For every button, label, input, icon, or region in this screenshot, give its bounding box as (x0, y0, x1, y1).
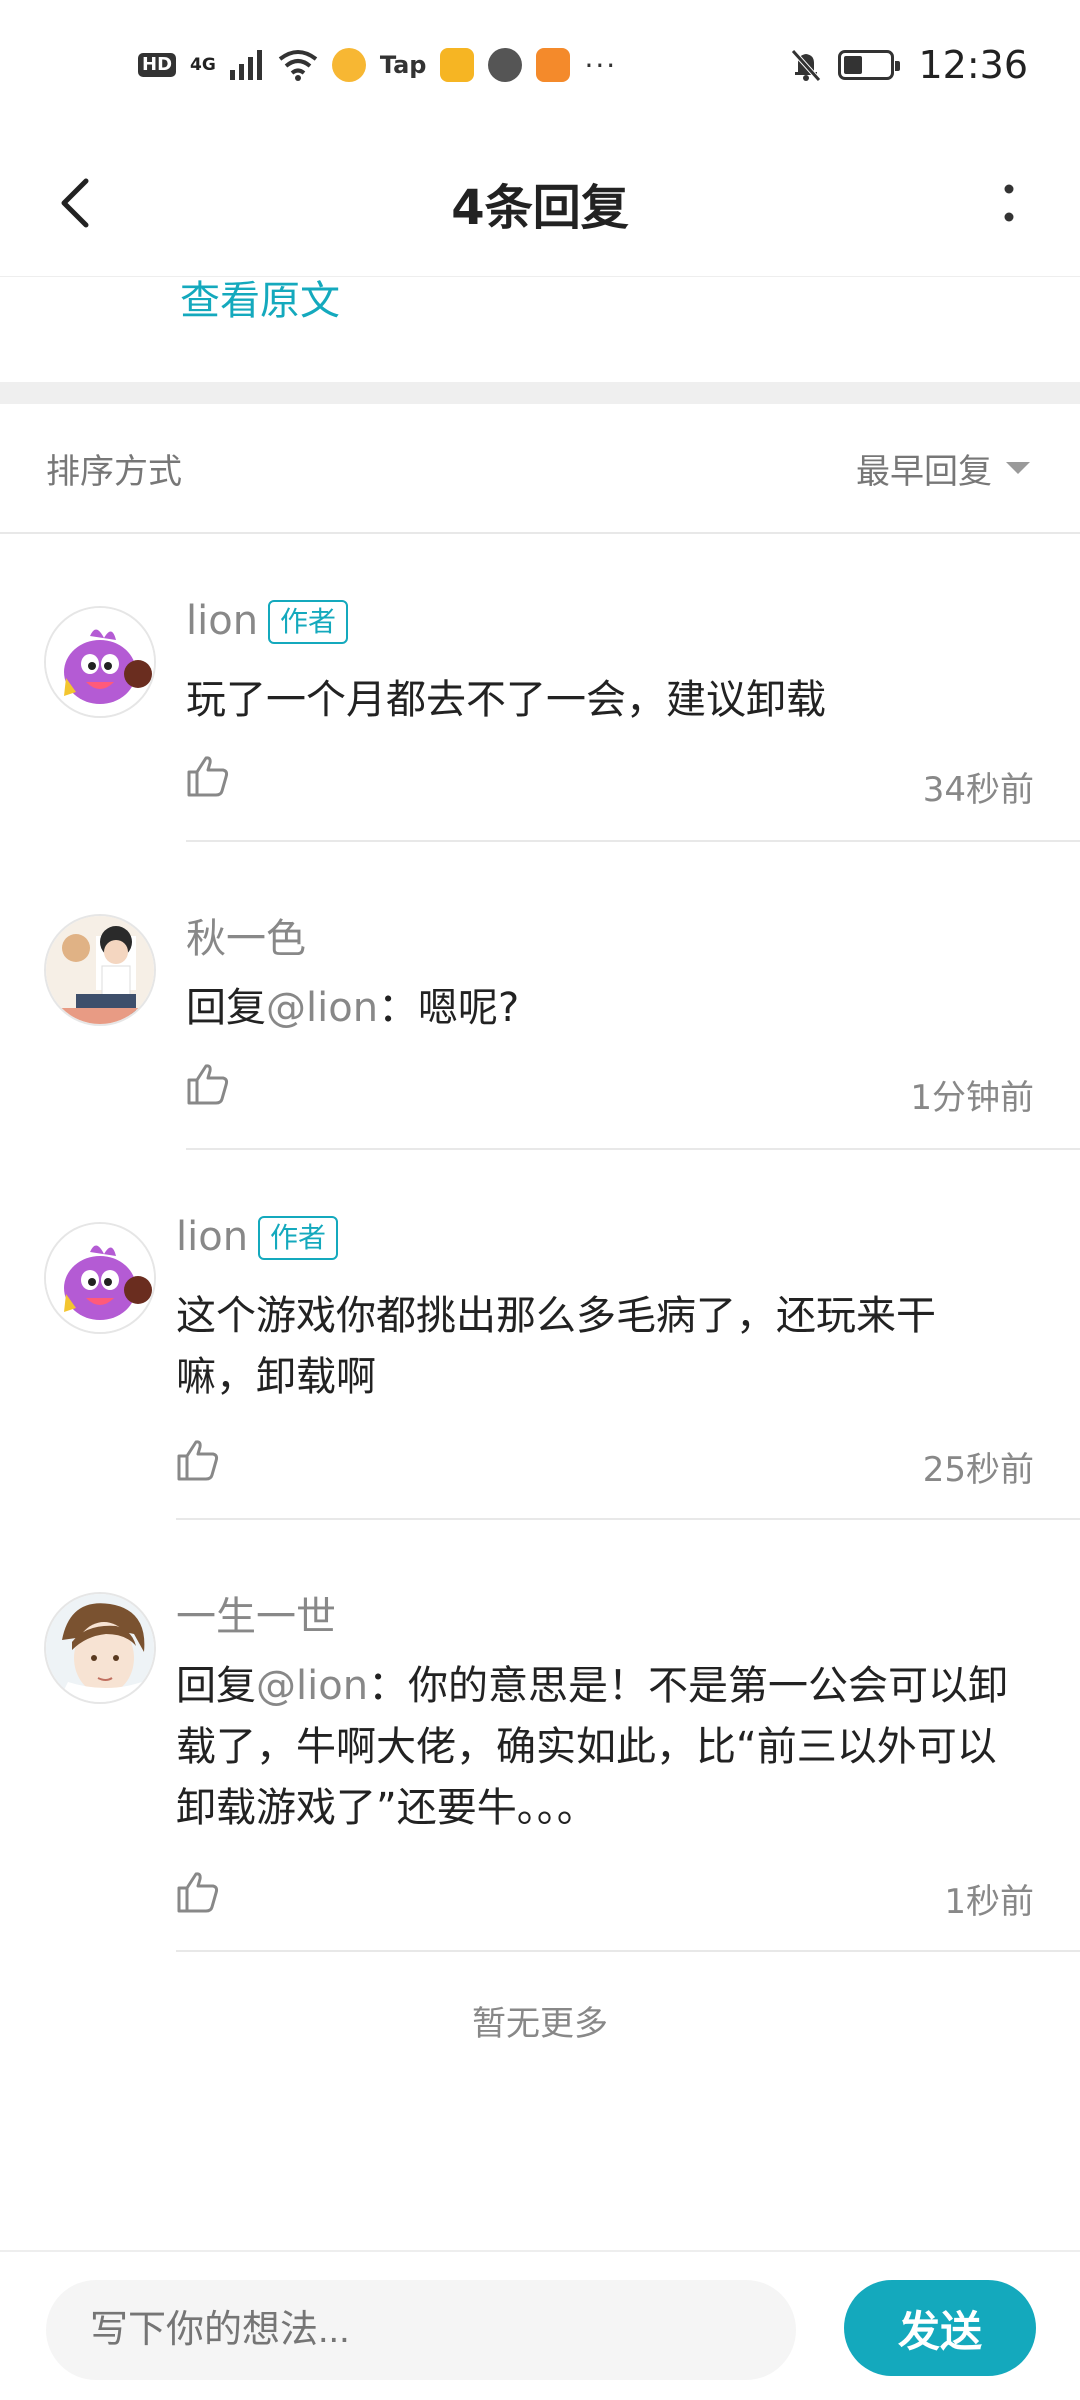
sort-row: 排序方式 最早回复 (0, 404, 1080, 534)
status-right-icons: 12:36 (788, 43, 1028, 87)
comment-item: lion 作者 玩了一个月都去不了一会，建议卸载 34秒前 (0, 534, 1080, 842)
comment-text: 回复@lion：嗯呢? (186, 985, 520, 1031)
sort-label: 排序方式 (46, 451, 182, 492)
comment-divider (176, 1950, 1080, 1952)
ball-app-icon (488, 48, 523, 82)
app-header: 4条回复 (0, 130, 1080, 276)
thumbs-up-icon (177, 1440, 219, 1481)
username[interactable]: lion (186, 598, 258, 644)
view-original-link[interactable]: 查看原文 (180, 268, 340, 326)
username[interactable]: 秋一色 (186, 906, 306, 964)
tap-app-icon: Tap (379, 51, 427, 79)
like-button[interactable] (186, 1062, 240, 1116)
anime-portrait-avatar-image (46, 1594, 154, 1702)
section-separator (0, 382, 1080, 404)
page-title: 4条回复 (451, 180, 629, 236)
timestamp: 34秒前 (922, 770, 1034, 810)
mail-app-icon (440, 48, 475, 82)
more-options-button[interactable] (974, 168, 1044, 238)
timestamp: 25秒前 (922, 1450, 1034, 1490)
mention-link[interactable]: @lion (266, 985, 378, 1031)
avatar[interactable] (44, 1222, 156, 1334)
video-app-icon (536, 48, 571, 82)
status-left-icons: HD 4G Tap ··· (138, 48, 617, 82)
sort-dropdown[interactable]: 最早回复 (856, 444, 1030, 493)
like-button[interactable] (176, 1870, 230, 1924)
thumbs-up-icon (187, 1064, 229, 1105)
sort-value: 最早回复 (856, 451, 992, 492)
comment-item: 秋一色 回复@lion：嗯呢? 1分钟前 (0, 842, 1080, 1150)
avatar[interactable] (44, 1592, 156, 1704)
more-notifications-icon: ··· (584, 48, 618, 82)
username[interactable]: 一生一世 (176, 1584, 336, 1642)
hd-icon: HD (138, 53, 177, 77)
reply-input-bar: 发送 (0, 2250, 1080, 2400)
thumbs-up-icon (187, 756, 229, 797)
comment-text: 回复@lion：你的意思是！不是第一公会可以卸载了，牛啊大佬，确实如此，比“前三… (176, 1663, 1009, 1831)
username[interactable]: lion (176, 1214, 248, 1260)
anime-boy-avatar-image (46, 916, 154, 1024)
author-badge: 作者 (258, 1216, 339, 1260)
author-badge: 作者 (268, 600, 349, 644)
send-button[interactable]: 发送 (844, 2280, 1036, 2376)
like-button[interactable] (186, 754, 240, 808)
avatar[interactable] (44, 606, 156, 718)
comment-item: 一生一世 回复@lion：你的意思是！不是第一公会可以卸载了，牛啊大佬，确实如此… (0, 1520, 1080, 1952)
avatar[interactable] (44, 914, 156, 1026)
vertical-dots-icon (1004, 184, 1014, 222)
no-more-label: 暂无更多 (472, 2004, 608, 2044)
duck-app-icon (331, 48, 366, 82)
reply-input[interactable] (46, 2280, 796, 2380)
back-button[interactable] (40, 168, 110, 238)
wifi-icon (278, 50, 318, 81)
signal-icon (229, 50, 262, 80)
comment-text: 这个游戏你都挑出那么多毛病了，还玩来干嘛，卸载啊 (176, 1293, 936, 1400)
mute-bell-icon (791, 49, 822, 82)
reply-detail-page: HD 4G Tap ··· 12:36 4条回复 查看原文 排序方式 最早回复 … (0, 0, 1080, 2400)
network-type-label: 4G (190, 55, 216, 75)
purple-monster-avatar-image (46, 1224, 154, 1332)
battery-icon (838, 50, 901, 80)
purple-monster-avatar-image (46, 608, 154, 716)
timestamp: 1秒前 (944, 1882, 1034, 1922)
timestamp: 1分钟前 (910, 1078, 1034, 1118)
status-bar: HD 4G Tap ··· 12:36 (0, 0, 1080, 130)
mention-link[interactable]: @lion (256, 1663, 368, 1709)
comment-text: 玩了一个月都去不了一会，建议卸载 (186, 677, 826, 723)
chevron-left-icon (61, 178, 89, 228)
like-button[interactable] (176, 1438, 230, 1492)
thumbs-up-icon (177, 1872, 219, 1913)
caret-down-icon (1006, 462, 1030, 474)
comment-item: lion 作者 这个游戏你都挑出那么多毛病了，还玩来干嘛，卸载啊 25秒前 (0, 1150, 1080, 1520)
header-divider (0, 276, 1080, 277)
status-time: 12:36 (918, 43, 1028, 87)
